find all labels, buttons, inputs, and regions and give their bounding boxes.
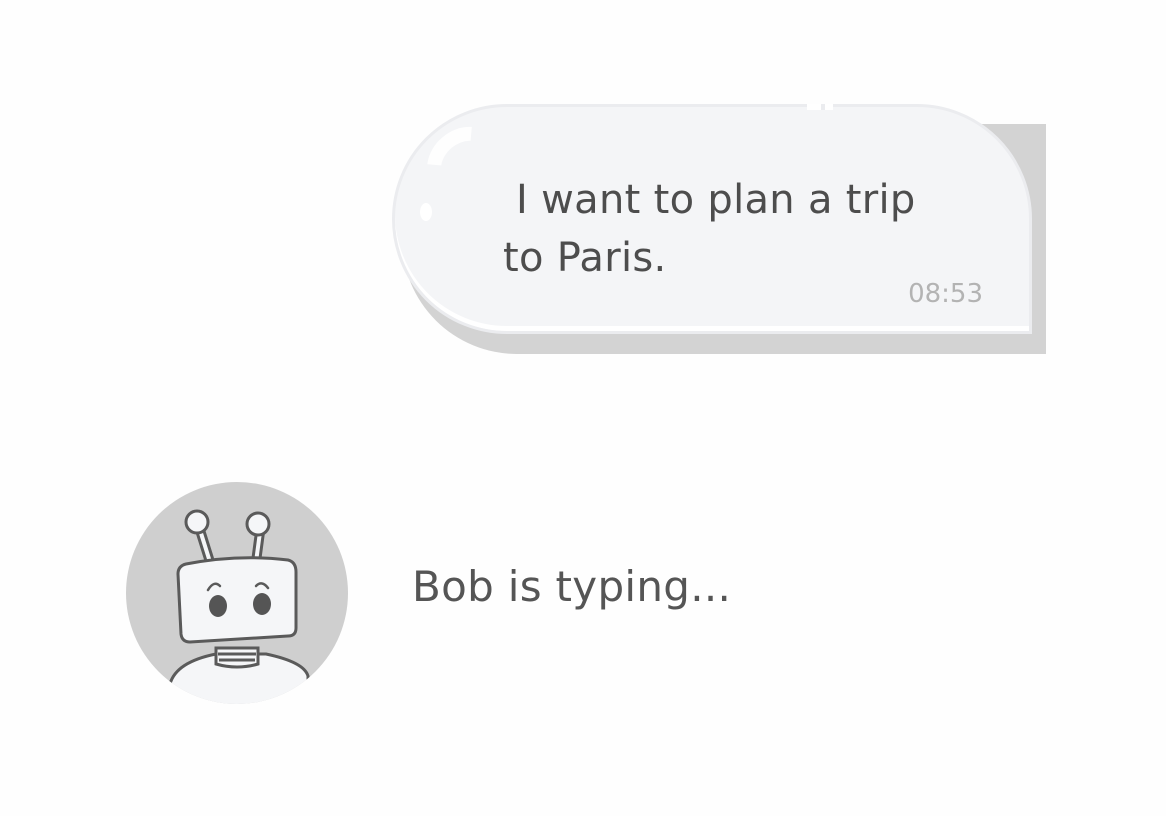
chat-area: I want to plan a trip to Paris. 08:53 Bo… [0, 0, 1166, 816]
bot-avatar[interactable] [126, 482, 348, 704]
typing-indicator-text: Bob is typing... [412, 562, 732, 611]
message-timestamp: 08:53 [908, 279, 983, 309]
robot-icon [168, 509, 310, 704]
outgoing-message[interactable]: I want to plan a trip to Paris. 08:53 [392, 104, 1046, 354]
message-bubble: I want to plan a trip to Paris. 08:53 [392, 104, 1032, 334]
message-text: I want to plan a trip to Paris. [503, 177, 916, 281]
bubble-edge-gap [807, 104, 833, 110]
bubble-gloss-dot [420, 203, 432, 221]
